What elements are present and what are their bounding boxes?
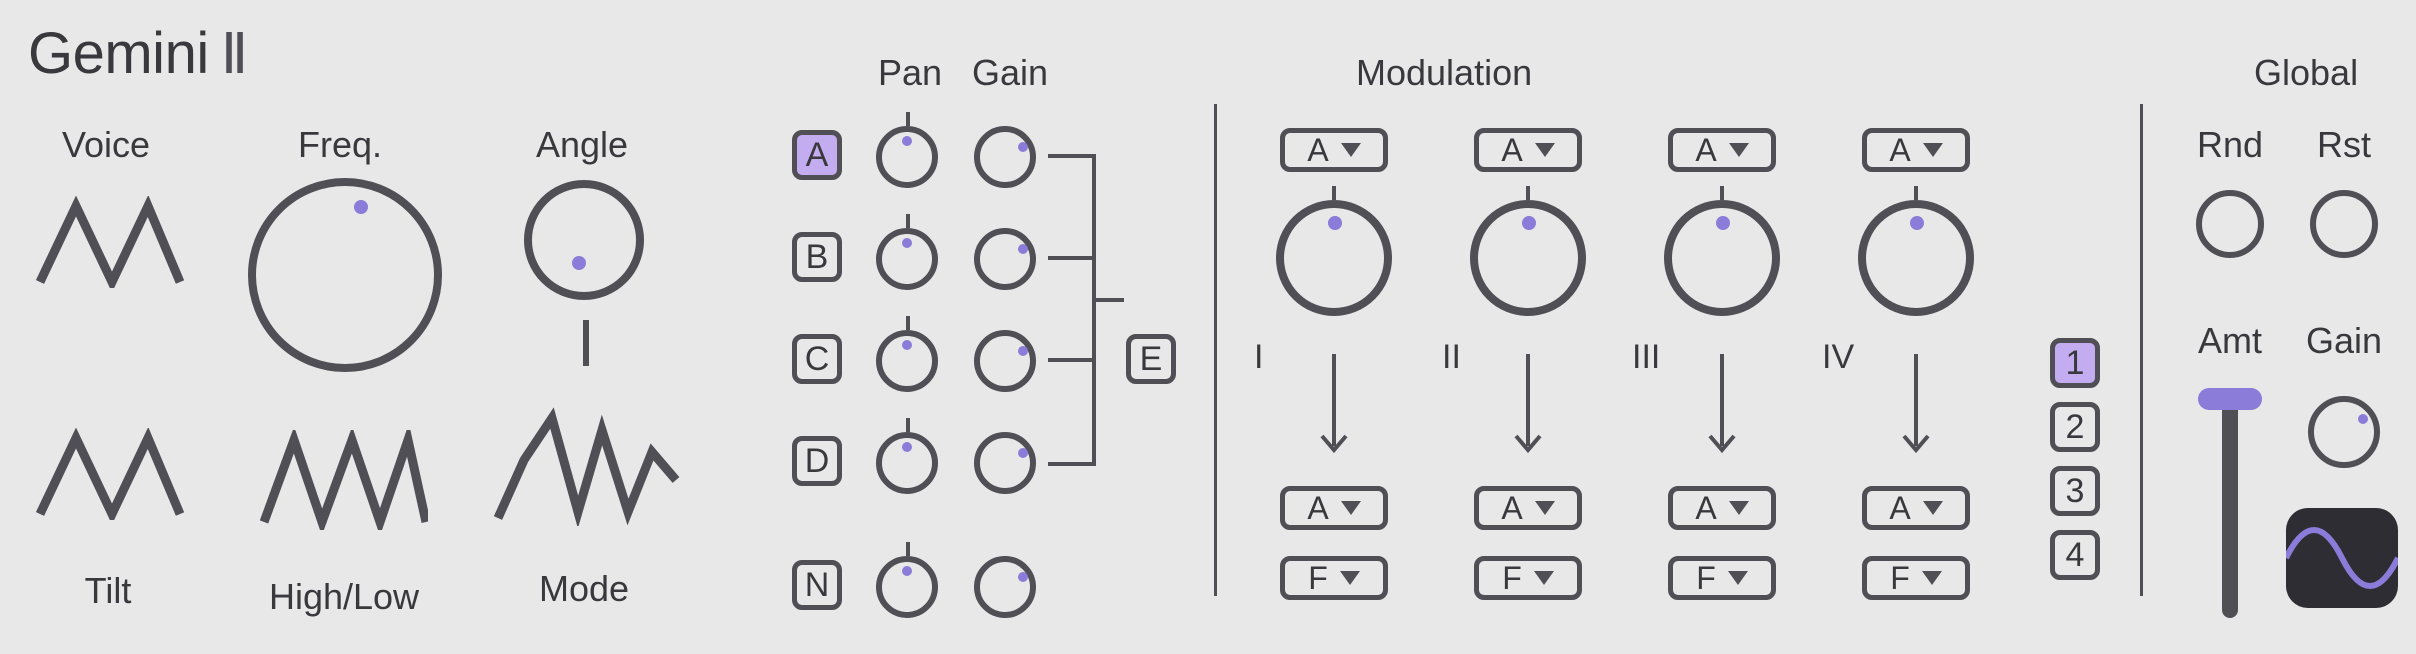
mod-roman-3: III [1632,338,1660,377]
rst-button[interactable] [2310,190,2378,258]
voice-label: Voice [62,124,150,166]
mod-source-1[interactable]: A [1280,128,1388,172]
chevron-down-icon [1535,501,1555,515]
modulation-label: Modulation [1356,52,1532,94]
arrow-down-icon [1514,350,1542,460]
gain-knob-b[interactable] [974,228,1036,290]
chevron-down-icon [1729,501,1749,515]
mod-source-2[interactable]: A [1474,128,1582,172]
rnd-button[interactable] [2196,190,2264,258]
divider-2 [2140,104,2143,596]
mix-bus-e[interactable]: E [1126,334,1176,384]
mod-amount-knob-4[interactable] [1858,200,1974,316]
rnd-label: Rnd [2197,124,2263,166]
mod-knob-4-tick [1914,186,1918,200]
global-gain-label: Gain [2306,320,2382,362]
chevron-down-icon [1535,143,1555,157]
mod-roman-1: I [1254,338,1263,377]
mod-page-2[interactable]: 2 [2050,402,2100,452]
arrow-down-icon [1708,350,1736,460]
global-label: Global [2254,52,2358,94]
arrow-down-icon [1902,350,1930,460]
amt-label: Amt [2198,320,2262,362]
mod-param-4[interactable]: F [1862,556,1970,600]
angle-stem-icon [583,320,589,366]
mix-select-n[interactable]: N [792,560,842,610]
gain-knob-a[interactable] [974,126,1036,188]
mix-bracket-icon [1044,150,1126,470]
chevron-down-icon [1341,501,1361,515]
voice-wave-a[interactable] [36,196,184,293]
gain-label: Gain [972,52,1048,94]
pan-b-tick [906,214,910,228]
mod-knob-1-tick [1332,186,1336,200]
pan-n-tick [906,542,910,556]
rst-label: Rst [2317,124,2371,166]
mix-select-c[interactable]: C [792,334,842,384]
pan-knob-c[interactable] [876,330,938,392]
pan-label: Pan [878,52,942,94]
mod-page-3[interactable]: 3 [2050,466,2100,516]
pan-a-tick [906,112,910,126]
mod-page-4[interactable]: 4 [2050,530,2100,580]
pan-d-tick [906,418,910,432]
mode-label: Mode [539,568,629,610]
mod-roman-4: IV [1822,338,1854,377]
chevron-down-icon [1923,143,1943,157]
freq-knob[interactable] [248,178,442,372]
mod-roman-2: II [1442,338,1461,377]
mod-dest-1[interactable]: A [1280,486,1388,530]
mod-amount-knob-3[interactable] [1664,200,1780,316]
pan-knob-b[interactable] [876,228,938,290]
chevron-down-icon [1728,571,1748,585]
mix-select-b[interactable]: B [792,232,842,282]
chevron-down-icon [1923,501,1943,515]
mod-amount-knob-2[interactable] [1470,200,1586,316]
highlow-wave[interactable] [260,430,428,535]
global-gain-knob[interactable] [2308,396,2380,468]
angle-knob[interactable] [524,180,644,300]
gain-knob-n[interactable] [974,556,1036,618]
pan-knob-a[interactable] [876,126,938,188]
divider-1 [1214,104,1217,596]
mod-source-3[interactable]: A [1668,128,1776,172]
chevron-down-icon [1341,143,1361,157]
mode-wave[interactable] [494,388,680,531]
oscilloscope[interactable] [2286,508,2398,608]
mod-param-1[interactable]: F [1280,556,1388,600]
highlow-label: High/Low [269,576,419,618]
amt-slider[interactable] [2200,374,2260,624]
gain-knob-d[interactable] [974,432,1036,494]
mod-dest-4[interactable]: A [1862,486,1970,530]
mod-knob-3-tick [1720,186,1724,200]
tilt-label: Tilt [85,570,132,612]
voice-wave-b[interactable] [36,428,184,525]
chevron-down-icon [1729,143,1749,157]
title-row: Gemini Ⅱ [28,20,2388,87]
chevron-down-icon [1922,571,1942,585]
pan-knob-d[interactable] [876,432,938,494]
mod-dest-2[interactable]: A [1474,486,1582,530]
mod-page-1[interactable]: 1 [2050,338,2100,388]
gain-knob-c[interactable] [974,330,1036,392]
pan-knob-n[interactable] [876,556,938,618]
mix-select-a[interactable]: A [792,130,842,180]
mod-knob-2-tick [1526,186,1530,200]
mod-dest-3[interactable]: A [1668,486,1776,530]
mod-param-3[interactable]: F [1668,556,1776,600]
chevron-down-icon [1340,571,1360,585]
angle-label: Angle [536,124,628,166]
mix-select-d[interactable]: D [792,436,842,486]
pan-c-tick [906,316,910,330]
gemini-icon: Ⅱ [221,21,249,87]
mod-amount-knob-1[interactable] [1276,200,1392,316]
mod-param-2[interactable]: F [1474,556,1582,600]
chevron-down-icon [1534,571,1554,585]
app-title: Gemini [28,20,209,87]
freq-label: Freq. [298,124,382,166]
mod-source-4[interactable]: A [1862,128,1970,172]
arrow-down-icon [1320,350,1348,460]
